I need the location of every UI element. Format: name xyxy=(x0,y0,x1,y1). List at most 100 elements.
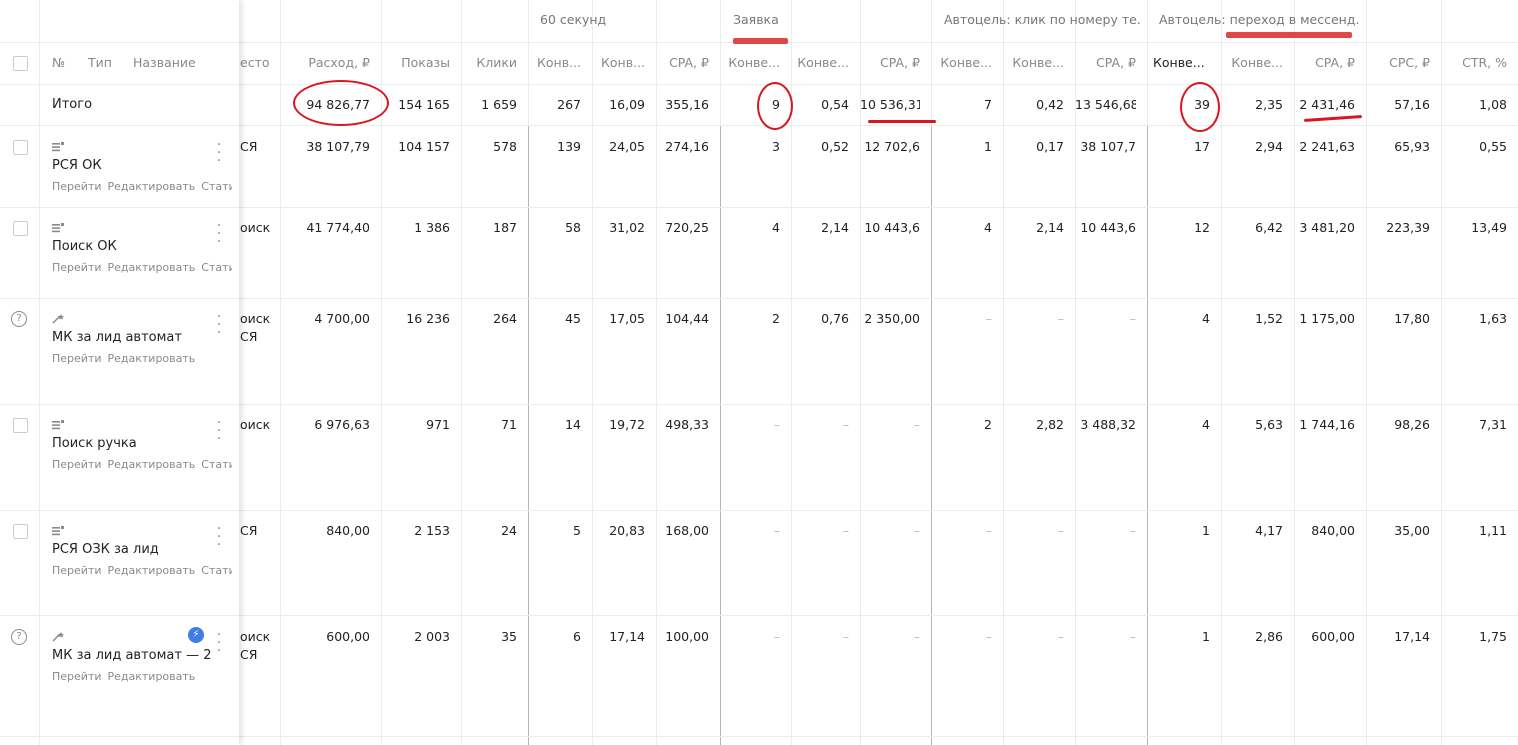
column-header-conv1[interactable]: Конв... xyxy=(534,55,581,70)
sort-desc-icon[interactable]: ↓ xyxy=(1209,59,1210,70)
cell-cpa1: 274,16 xyxy=(665,139,709,154)
total-conv1: 267 xyxy=(557,97,581,112)
campaign-name-link[interactable]: РСЯ ОЗК за лид xyxy=(52,542,159,557)
edit-link[interactable]: Редактировать xyxy=(108,564,196,577)
row-menu-icon[interactable]: · · · xyxy=(216,416,222,446)
row-menu-icon[interactable]: · · · xyxy=(216,138,222,168)
column-header-num[interactable]: № xyxy=(52,55,65,70)
column-header-shows[interactable]: Показы xyxy=(387,55,450,70)
column-header-cpa4[interactable]: CPA, ₽ xyxy=(1300,55,1355,70)
goto-link[interactable]: Перейти xyxy=(52,564,102,577)
cell-cpc: 17,14 xyxy=(1394,629,1430,644)
cell-conv4: – xyxy=(842,523,849,538)
campaign-name-link[interactable]: Поиск ОК xyxy=(52,239,117,254)
campaign-name-link[interactable]: РСЯ ОК xyxy=(52,158,102,173)
group-header-zayavka[interactable]: Заявка xyxy=(733,12,923,27)
cell-cpc: 35,00 xyxy=(1394,523,1430,538)
column-header-conv8[interactable]: Конве... xyxy=(1227,55,1283,70)
group-header-autogoal-messenger[interactable]: Автоцель: переход в мессенд... xyxy=(1159,12,1359,27)
row-place-2: СЯ xyxy=(240,329,258,344)
select-all-checkbox[interactable] xyxy=(13,56,28,71)
column-header-ctr[interactable]: CTR, % xyxy=(1447,55,1507,70)
column-header-name[interactable]: Название xyxy=(133,55,196,70)
cell-cpa2: 2 350,00 xyxy=(864,311,920,326)
column-header-type[interactable]: Тип xyxy=(88,55,112,70)
cell-conv8: 5,63 xyxy=(1255,417,1283,432)
group-header-60-seconds[interactable]: 60 секунд xyxy=(540,12,715,27)
cell-conv2: 31,02 xyxy=(609,220,645,235)
row-checkbox[interactable] xyxy=(13,140,28,155)
row-menu-icon[interactable]: · · · xyxy=(216,219,222,249)
row-divider xyxy=(0,84,239,85)
row-menu-icon[interactable]: · · · xyxy=(216,522,222,552)
column-header-conv5[interactable]: Конве... xyxy=(937,55,992,70)
cell-conv4: – xyxy=(842,629,849,644)
annotation-underline-cpa-messenger xyxy=(1303,114,1363,123)
row-checkbox[interactable] xyxy=(13,418,28,433)
stats-link[interactable]: Статист xyxy=(201,180,232,193)
column-header-clicks[interactable]: Клики xyxy=(467,55,517,70)
row-checkbox[interactable] xyxy=(13,221,28,236)
cell-cpc: 17,80 xyxy=(1394,311,1430,326)
column-header-cpa2[interactable]: CPA, ₽ xyxy=(866,55,920,70)
cell-cpc: 223,39 xyxy=(1386,220,1430,235)
cell-cpa3: – xyxy=(1129,629,1136,644)
row-divider xyxy=(0,42,239,43)
campaign-name-link[interactable]: МК за лид автомат — 2 xyxy=(52,648,212,663)
cell-ctr: 13,49 xyxy=(1471,220,1507,235)
row-checkbox[interactable] xyxy=(13,524,28,539)
edit-link[interactable]: Редактировать xyxy=(108,670,196,683)
goto-link[interactable]: Перейти xyxy=(52,180,102,193)
edit-link[interactable]: Редактировать xyxy=(108,352,196,365)
row-divider xyxy=(0,615,239,616)
row-menu-icon[interactable]: · · · xyxy=(216,628,222,658)
row-divider xyxy=(0,404,239,405)
goto-link[interactable]: Перейти xyxy=(52,352,102,365)
cell-conv3: 4 xyxy=(772,220,780,235)
frozen-name-panel: № Тип Название Итого?? · · · РСЯ ОК Перейти Редак… xyxy=(0,0,239,745)
column-header-cpa3[interactable]: CPA, ₽ xyxy=(1081,55,1136,70)
stats-link[interactable]: Статист xyxy=(201,261,232,274)
list-icon xyxy=(52,221,64,233)
cell-spend: 840,00 xyxy=(326,523,370,538)
edit-link[interactable]: Редактировать xyxy=(108,261,196,274)
group-header-autogoal-click[interactable]: Автоцель: клик по номеру те... xyxy=(944,12,1142,27)
cell-conv6: – xyxy=(1057,523,1064,538)
row-actions: Перейти Редактировать xyxy=(52,670,232,683)
edit-link[interactable]: Редактировать xyxy=(108,180,196,193)
cell-shows: 2 003 xyxy=(414,629,450,644)
cell-conv8: 2,86 xyxy=(1255,629,1283,644)
column-header-spend[interactable]: Расход, ₽ xyxy=(286,55,370,70)
group-divider xyxy=(931,125,932,745)
column-header-conv2[interactable]: Конв... xyxy=(598,55,645,70)
cell-cpa4: 2 241,63 xyxy=(1299,139,1355,154)
stats-link[interactable]: Статист xyxy=(201,458,232,471)
autotargeting-bolt-icon[interactable]: ⚡ xyxy=(188,627,204,643)
campaign-name-link[interactable]: МК за лид автомат xyxy=(52,330,182,345)
cell-cpa1: 168,00 xyxy=(665,523,709,538)
row-place: оиск xyxy=(240,311,271,326)
column-header-cpc[interactable]: CPC, ₽ xyxy=(1372,55,1430,70)
cell-cpa4: 840,00 xyxy=(1311,523,1355,538)
row-menu-icon[interactable]: · · · xyxy=(216,310,222,340)
campaign-name-link[interactable]: Поиск ручка xyxy=(52,436,137,451)
cell-conv1: 5 xyxy=(573,523,581,538)
column-header-conv3[interactable]: Конве... xyxy=(726,55,780,70)
goto-link[interactable]: Перейти xyxy=(52,261,102,274)
cell-shows: 1 386 xyxy=(414,220,450,235)
goto-link[interactable]: Перейти xyxy=(52,670,102,683)
help-icon[interactable]: ? xyxy=(11,629,27,645)
stats-link[interactable]: Статист xyxy=(201,564,232,577)
column-header-conv7[interactable]: Конве... ↓ xyxy=(1153,55,1210,70)
column-header-cpa1[interactable]: CPA, ₽ xyxy=(662,55,709,70)
column-header-place[interactable]: есто xyxy=(240,55,270,70)
total-conv2: 16,09 xyxy=(609,97,645,112)
cell-conv1: 14 xyxy=(565,417,581,432)
column-header-conv4[interactable]: Конве... xyxy=(797,55,849,70)
row-place: оиск xyxy=(240,629,271,644)
goto-link[interactable]: Перейти xyxy=(52,458,102,471)
cell-clicks: 187 xyxy=(493,220,517,235)
help-icon[interactable]: ? xyxy=(11,311,27,327)
column-header-conv6[interactable]: Конве... xyxy=(1009,55,1064,70)
edit-link[interactable]: Редактировать xyxy=(108,458,196,471)
